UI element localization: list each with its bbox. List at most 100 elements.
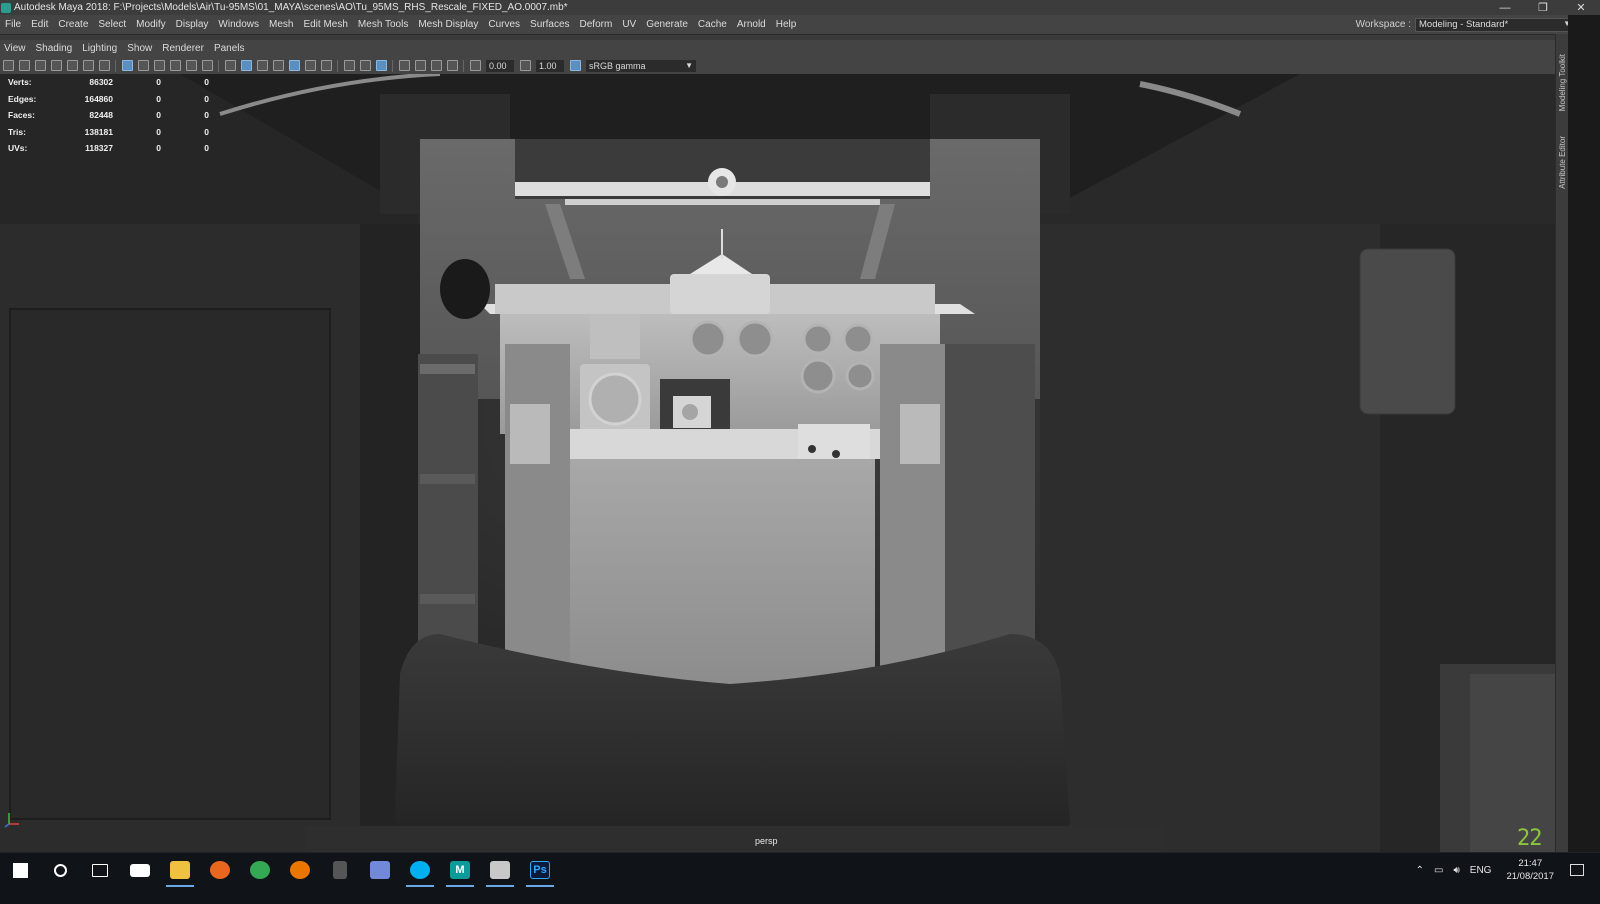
xray-icon[interactable] [414, 60, 426, 71]
menu-create[interactable]: Create [53, 19, 93, 30]
camera-select-icon[interactable] [2, 60, 14, 71]
panel-menu-lighting[interactable]: Lighting [78, 43, 123, 54]
depth-of-field-icon[interactable] [375, 60, 387, 71]
windows-start-icon[interactable] [0, 853, 40, 887]
color-management-icon[interactable] [569, 60, 581, 71]
view-transform-value: sRGB gamma [589, 60, 646, 71]
smooth-shade-icon[interactable] [240, 60, 252, 71]
cockpit-render [0, 74, 1555, 852]
attribute-editor-tab[interactable]: Attribute Editor [1558, 136, 1567, 189]
exposure-field[interactable]: 0.00 [486, 59, 514, 72]
chevron-up-icon[interactable]: ⌃ [1416, 865, 1424, 876]
hud-components: 0 [204, 77, 209, 88]
shadows-icon[interactable] [304, 60, 316, 71]
field-chart-icon[interactable] [169, 60, 181, 71]
hud-label: Faces: [8, 110, 35, 121]
film-gate-icon[interactable] [98, 60, 110, 71]
taskbar-icons: M Ps [0, 853, 560, 887]
menu-mesh-display[interactable]: Mesh Display [413, 19, 483, 30]
minimize-button[interactable]: — [1486, 0, 1524, 15]
menu-edit[interactable]: Edit [26, 19, 53, 30]
panel-menu-renderer[interactable]: Renderer [158, 43, 210, 54]
menu-windows[interactable]: Windows [213, 19, 264, 30]
menu-deform[interactable]: Deform [575, 19, 618, 30]
blender-icon[interactable] [280, 853, 320, 887]
image-plane-icon[interactable] [50, 60, 62, 71]
menu-curves[interactable]: Curves [483, 19, 525, 30]
hud-value: 118327 [85, 143, 113, 154]
anti-aliasing-icon[interactable] [359, 60, 371, 71]
hud-label: Edges: [8, 93, 37, 104]
safe-action-icon[interactable] [185, 60, 197, 71]
photoshop-icon[interactable]: Ps [520, 853, 560, 887]
wireframe-icon[interactable] [224, 60, 236, 71]
panel-menu-show[interactable]: Show [123, 43, 158, 54]
volume-icon[interactable]: 🔊︎ [1453, 865, 1459, 876]
app-icon[interactable] [320, 853, 360, 887]
use-lights-icon[interactable] [288, 60, 300, 71]
skype-icon[interactable] [400, 853, 440, 887]
xray-components-icon[interactable] [446, 60, 458, 71]
chrome-icon[interactable] [240, 853, 280, 887]
firefox-icon[interactable] [200, 853, 240, 887]
menu-surfaces[interactable]: Surfaces [525, 19, 574, 30]
menu-generate[interactable]: Generate [641, 19, 693, 30]
hud-label: Verts: [8, 77, 32, 88]
windows-taskbar: M Ps ⌃ ▭ 🔊︎ ENG 21:47 21/08/2017 [0, 852, 1600, 904]
task-view-icon[interactable] [80, 853, 120, 887]
menu-mesh-tools[interactable]: Mesh Tools [353, 19, 413, 30]
resolution-gate-icon[interactable] [137, 60, 149, 71]
close-button[interactable]: ✕ [1562, 0, 1600, 15]
clock[interactable]: 21:47 21/08/2017 [1506, 857, 1554, 883]
window-title: Autodesk Maya 2018: F:\Projects\Models\A… [14, 2, 568, 13]
hud-selected: 0 [156, 93, 161, 104]
menu-uv[interactable]: UV [617, 19, 641, 30]
language-indicator[interactable]: ENG [1470, 865, 1492, 876]
menu-select[interactable]: Select [93, 19, 131, 30]
wireframe-on-shaded-icon[interactable] [256, 60, 268, 71]
menu-arnold[interactable]: Arnold [732, 19, 771, 30]
app-window-icon[interactable] [480, 853, 520, 887]
workspace-dropdown[interactable]: Modeling - Standard* ▼ [1415, 17, 1575, 32]
network-icon[interactable]: ▭ [1434, 865, 1443, 876]
exposure-icon[interactable] [469, 60, 481, 71]
panel-menu-view[interactable]: View [0, 43, 32, 54]
camera-attributes-icon[interactable] [18, 60, 30, 71]
hud-row-edges: Edges: 164860 0 0 [8, 91, 209, 108]
gamma-icon[interactable] [519, 60, 531, 71]
discord-icon[interactable] [360, 853, 400, 887]
restore-button[interactable]: ❐ [1524, 0, 1562, 15]
file-explorer-icon[interactable] [160, 853, 200, 887]
grid-toggle-icon[interactable] [121, 60, 133, 71]
persp-viewport[interactable]: Verts: 86302 0 0 Edges: 164860 0 0 Faces… [0, 74, 1555, 852]
menu-file[interactable]: File [0, 19, 26, 30]
mail-icon[interactable] [120, 853, 160, 887]
gate-mask-icon[interactable] [153, 60, 165, 71]
isolate-select-icon[interactable] [398, 60, 410, 71]
hud-components: 0 [204, 93, 209, 104]
menu-modify[interactable]: Modify [131, 19, 170, 30]
panel-menu-shading[interactable]: Shading [32, 43, 79, 54]
menu-edit-mesh[interactable]: Edit Mesh [298, 19, 352, 30]
xray-joints-icon[interactable] [430, 60, 442, 71]
textured-icon[interactable] [272, 60, 284, 71]
ambient-occlusion-icon[interactable] [320, 60, 332, 71]
bookmark-icon[interactable] [34, 60, 46, 71]
menu-mesh[interactable]: Mesh [264, 19, 298, 30]
modeling-toolkit-tab[interactable]: Modeling Toolkit [1558, 54, 1567, 111]
panel-menu-panels[interactable]: Panels [210, 43, 251, 54]
panel-menu-bar: View Shading Lighting Show Renderer Pane… [0, 40, 1555, 57]
gamma-field[interactable]: 1.00 [536, 59, 564, 72]
search-icon[interactable] [40, 853, 80, 887]
menu-display[interactable]: Display [171, 19, 214, 30]
view-transform-dropdown[interactable]: sRGB gamma ▼ [586, 59, 696, 72]
safe-title-icon[interactable] [201, 60, 213, 71]
menu-cache[interactable]: Cache [693, 19, 732, 30]
maya-icon[interactable]: M [440, 853, 480, 887]
grid-icon[interactable] [82, 60, 94, 71]
grease-pencil-icon[interactable] [66, 60, 78, 71]
motion-blur-icon[interactable] [343, 60, 355, 71]
notification-icon[interactable] [1570, 864, 1584, 876]
view-axis-icon [4, 813, 19, 828]
menu-help[interactable]: Help [771, 19, 802, 30]
